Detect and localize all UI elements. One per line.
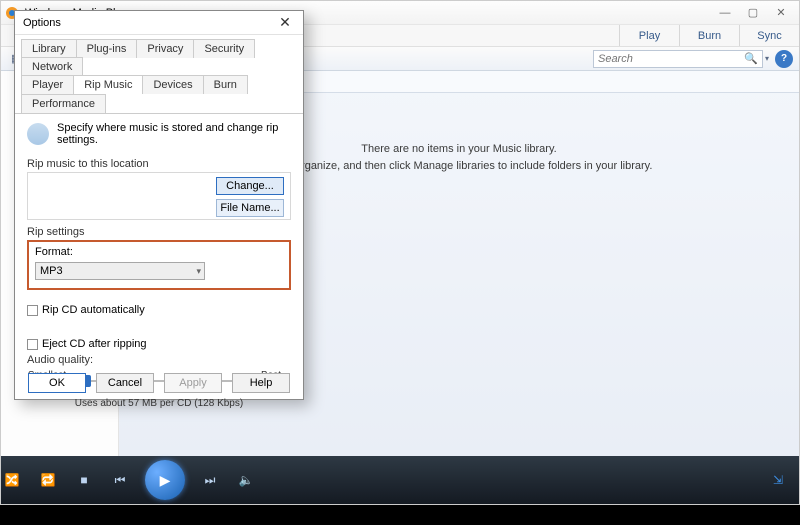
tab-player[interactable]: Player (21, 75, 74, 94)
bitrate-note: Uses about 57 MB per CD (128 Kbps) (27, 398, 291, 409)
play-button[interactable]: ▶ (145, 460, 185, 500)
dialog-button-row: OK Cancel Apply Help (15, 373, 303, 393)
sync-tab[interactable]: Sync (739, 25, 799, 46)
cancel-button[interactable]: Cancel (96, 373, 154, 393)
chevron-down-icon: ▾ (196, 266, 201, 277)
shuffle-icon[interactable]: 🔀 (1, 469, 23, 491)
prev-icon[interactable]: ⏮ (109, 469, 131, 491)
ok-button[interactable]: OK (28, 373, 86, 393)
tab-library[interactable]: Library (21, 39, 77, 58)
tab-performance[interactable]: Performance (21, 94, 106, 113)
rip-auto-row[interactable]: Rip CD automatically (27, 304, 291, 316)
eject-label: Eject CD after ripping (42, 338, 147, 350)
intro-row: Specify where music is stored and change… (27, 122, 291, 152)
audio-quality-label: Audio quality: (27, 354, 291, 366)
dialog-titlebar: Options ✕ (15, 11, 303, 35)
window-buttons: — ▢ ✕ (711, 4, 795, 22)
tab-security[interactable]: Security (193, 39, 255, 58)
options-dialog: Options ✕ Library Plug-ins Privacy Secur… (14, 10, 304, 400)
tab-rip-music[interactable]: Rip Music (73, 75, 143, 94)
tab-privacy[interactable]: Privacy (136, 39, 194, 58)
burn-tab[interactable]: Burn (679, 25, 739, 46)
play-tab[interactable]: Play (619, 25, 679, 46)
black-bottom-bar (0, 505, 800, 525)
format-label: Format: (35, 246, 283, 258)
tab-plugins[interactable]: Plug-ins (76, 39, 138, 58)
format-value: MP3 (40, 265, 63, 277)
rip-auto-checkbox[interactable] (27, 305, 38, 316)
help-button[interactable]: ? (775, 50, 793, 68)
dialog-tabs: Library Plug-ins Privacy Security Networ… (15, 35, 303, 114)
mute-icon[interactable]: 🔈 (235, 469, 257, 491)
maximize-button[interactable]: ▢ (739, 4, 767, 22)
tab-devices[interactable]: Devices (142, 75, 203, 94)
rip-auto-label: Rip CD automatically (42, 304, 145, 316)
change-button[interactable]: Change... (216, 177, 284, 195)
dialog-body: Specify where music is stored and change… (15, 114, 303, 415)
apply-button[interactable]: Apply (164, 373, 222, 393)
format-highlight: Format: MP3 ▾ (27, 240, 291, 290)
next-icon[interactable]: ⏭ (199, 469, 221, 491)
tab-burn[interactable]: Burn (203, 75, 248, 94)
help-button[interactable]: Help (232, 373, 290, 393)
search-input[interactable] (598, 53, 744, 65)
file-name-button[interactable]: File Name... (216, 199, 284, 217)
dialog-close-button[interactable]: ✕ (275, 13, 295, 33)
stop-icon[interactable]: ■ (73, 469, 95, 491)
format-select[interactable]: MP3 ▾ (35, 262, 205, 280)
search-icon: 🔍 (744, 52, 758, 65)
playback-bar: 🔀 🔁 ■ ⏮ ▶ ⏭ 🔈 ⇲ (1, 456, 799, 504)
minimize-button[interactable]: — (711, 4, 739, 22)
window-close-button[interactable]: ✕ (767, 4, 795, 22)
search-box[interactable]: 🔍 (593, 50, 763, 68)
rip-location-group: Change... File Name... (27, 172, 291, 220)
now-playing-icon[interactable]: ⇲ (767, 469, 789, 491)
repeat-icon[interactable]: 🔁 (37, 469, 59, 491)
tab-network[interactable]: Network (21, 57, 83, 76)
eject-checkbox[interactable] (27, 339, 38, 350)
intro-text: Specify where music is stored and change… (57, 122, 291, 146)
rip-icon (27, 123, 49, 145)
search-dropdown-icon[interactable]: ▾ (765, 54, 769, 63)
rip-location-label: Rip music to this location (27, 158, 291, 170)
dialog-title: Options (23, 17, 61, 29)
eject-row[interactable]: Eject CD after ripping (27, 338, 291, 350)
rip-settings-label: Rip settings (27, 226, 291, 238)
